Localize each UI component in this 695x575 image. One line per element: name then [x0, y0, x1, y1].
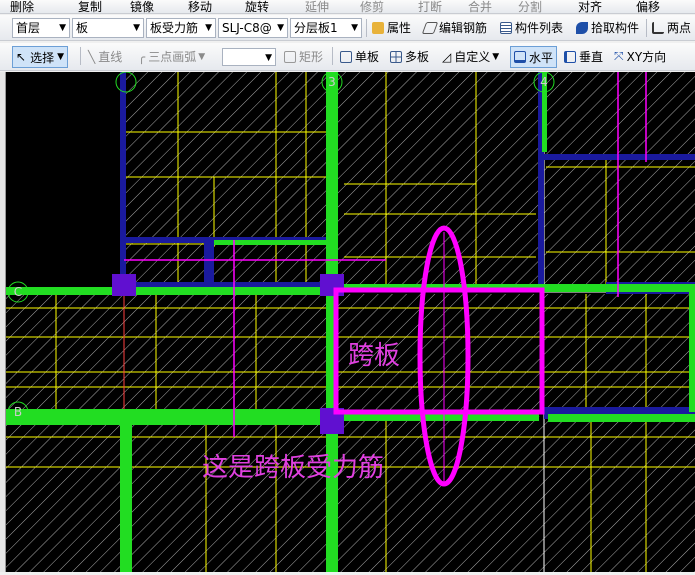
extend-button[interactable]: 延伸 — [305, 0, 329, 13]
chevron-down-icon: ▼ — [265, 53, 272, 63]
axis-label-4: 4 — [540, 75, 548, 89]
component-list-button[interactable]: 构件列表 — [500, 15, 563, 40]
toolbar-separator — [366, 19, 367, 37]
single-slab-button[interactable]: 单板 — [340, 43, 379, 70]
xy-arrow-icon: ⤧ — [614, 49, 624, 63]
multi-slab-button[interactable]: 多板 — [390, 43, 429, 70]
floor-select[interactable]: 首层 ▼ — [12, 18, 70, 38]
split-button[interactable]: 分割 — [518, 0, 542, 13]
chevron-down-icon: ▼ — [57, 52, 64, 62]
move-button[interactable]: 移动 — [188, 0, 212, 13]
toolbar-separator — [80, 47, 81, 65]
two-point-icon — [652, 21, 664, 34]
trim-button[interactable]: 修剪 — [360, 0, 384, 13]
arc-icon: ╭ — [138, 49, 146, 64]
rect-icon — [284, 50, 296, 63]
single-slab-icon — [340, 50, 352, 63]
custom-button[interactable]: ◿ 自定义 ▼ — [442, 43, 499, 70]
edit-rebar-button[interactable]: 编辑钢筋 — [421, 15, 487, 40]
break-button[interactable]: 打断 — [418, 0, 442, 13]
select-button[interactable]: ↖ 选择 ▼ — [12, 46, 68, 68]
horizontal-button[interactable]: 水平 — [510, 46, 558, 68]
eyedropper-icon — [576, 21, 588, 34]
copy-button[interactable]: 复制 — [78, 0, 102, 13]
axis-label-c: C — [14, 285, 22, 299]
span-slab-label: 跨板 — [348, 341, 400, 371]
drawing-canvas[interactable]: C B 3 4 跨板 这是跨板受力筋 — [6, 71, 695, 572]
edit-toolbar: 删除 复制 镜像 移动 旋转 延伸 修剪 打断 合并 分割 对齐 偏移 — [0, 0, 695, 14]
delete-button[interactable]: 删除 — [10, 0, 34, 13]
arc-param-select[interactable]: ▼ — [222, 48, 276, 66]
list-icon — [500, 21, 512, 34]
component-type-select[interactable]: 板受力筋 ▼ — [146, 18, 216, 38]
vertical-button[interactable]: 垂直 — [564, 43, 603, 70]
chevron-down-icon: ▼ — [59, 23, 66, 33]
offset-button[interactable]: 偏移 — [636, 0, 660, 13]
horizontal-icon — [514, 51, 526, 63]
draw-toolbar: ↖ 选择 ▼ ╲ 直线 ╭ 三点画弧 ▼ ▼ 矩形 单板 多板 ◿ 自定义 ▼ 水平 垂直 ⤧… — [0, 43, 695, 71]
cursor-icon: ↖ — [16, 50, 27, 64]
properties-icon — [372, 21, 384, 34]
slab-hatch — [6, 416, 695, 572]
xy-direction-button[interactable]: ⤧ XY方向 — [614, 43, 666, 70]
layer-select[interactable]: 分层板1 ▼ — [290, 18, 362, 38]
mirror-button[interactable]: 镜像 — [130, 0, 154, 13]
merge-button[interactable]: 合并 — [468, 0, 492, 13]
chevron-down-icon: ▼ — [205, 23, 212, 33]
rebar-note: 这是跨板受力筋 — [202, 453, 384, 483]
rebar-name-select[interactable]: SLJ-C8@ ▼ — [218, 18, 288, 38]
rotate-button[interactable]: 旋转 — [245, 0, 269, 13]
drawing-svg: C B 3 4 跨板 这是跨板受力筋 — [6, 71, 695, 572]
void-area — [6, 72, 118, 290]
chevron-down-icon: ▼ — [277, 23, 284, 33]
category-select[interactable]: 板 ▼ — [72, 18, 144, 38]
line-icon: ╲ — [88, 49, 96, 64]
vertical-icon — [564, 50, 576, 63]
properties-button[interactable]: 属性 — [372, 15, 411, 40]
multi-slab-icon — [390, 50, 402, 63]
axis-label-b: B — [14, 405, 22, 419]
component-toolbar: 首层 ▼ 板 ▼ 板受力筋 ▼ SLJ-C8@ ▼ 分层板1 ▼ 属性 编辑钢筋 构件列表… — [0, 15, 695, 41]
axis-label-3: 3 — [328, 75, 336, 89]
rect-button[interactable]: 矩形 — [284, 43, 323, 70]
align-button[interactable]: 对齐 — [578, 0, 602, 13]
line-button[interactable]: ╲ 直线 — [88, 43, 122, 70]
custom-shape-icon: ◿ — [442, 49, 452, 64]
two-point-button[interactable]: 两点 — [652, 15, 691, 40]
pencil-icon — [421, 21, 439, 34]
chevron-down-icon: ▼ — [492, 51, 500, 62]
chevron-down-icon: ▼ — [133, 23, 140, 33]
arc-button[interactable]: ╭ 三点画弧 ▼ — [138, 43, 205, 70]
toolbar-separator — [646, 19, 647, 37]
chevron-down-icon: ▼ — [198, 51, 206, 62]
pick-component-button[interactable]: 拾取构件 — [576, 15, 639, 40]
chevron-down-icon: ▼ — [351, 23, 358, 33]
toolbar-separator — [332, 47, 333, 65]
